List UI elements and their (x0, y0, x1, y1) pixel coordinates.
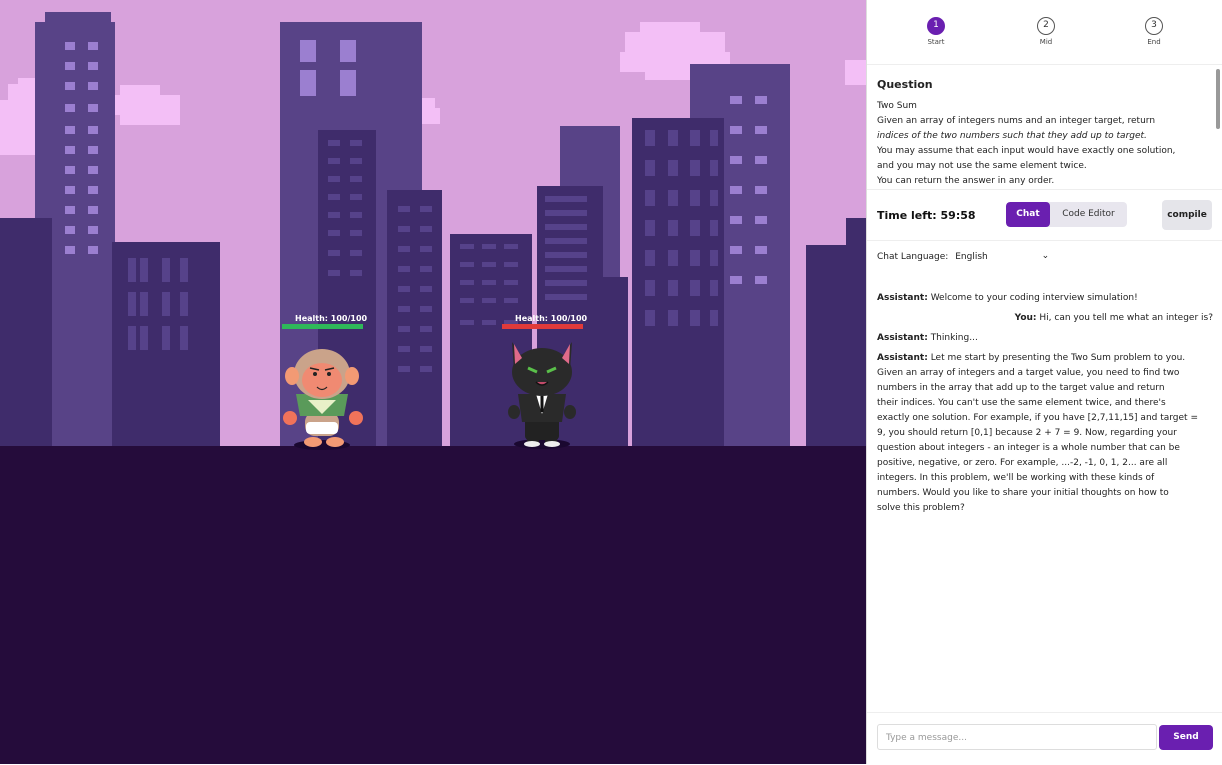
player-health-label: Health: 100/100 (295, 314, 368, 323)
message-speaker: Assistant: (877, 293, 928, 303)
message-line: integers. In this problem, we'll be work… (877, 473, 1155, 483)
chevron-down-icon: ⌄ (1041, 251, 1050, 261)
question-line: You can return the answer in any order. (877, 176, 1055, 186)
ground (0, 446, 866, 764)
message-line: Let me start by presenting the Two Sum p… (930, 353, 1186, 363)
chat-message: Assistant: Thinking... (877, 331, 1213, 346)
message-text: Hi, can you tell me what an integer is? (1039, 313, 1213, 323)
player-health-bar (282, 324, 363, 329)
message-line: Given an array of integers and a target … (877, 368, 1180, 378)
chat-language-value: English (955, 252, 988, 262)
toolbar: Time left: 59:58 Chat Code Editor compil… (867, 190, 1222, 241)
city-skyline-background (0, 12, 866, 764)
question-line: and you may not use the same element twi… (877, 161, 1087, 171)
question-heading: Question (877, 78, 933, 91)
message-line: exactly one solution. For example, if yo… (877, 413, 1198, 423)
message-line: solve this problem? (877, 503, 965, 513)
chat-message: Assistant: Let me start by presenting th… (877, 351, 1213, 516)
message-speaker: Assistant: (877, 353, 928, 363)
tab-code-editor[interactable]: Code Editor (1050, 202, 1127, 227)
message-line: numbers in the array that add up to the … (877, 383, 1165, 393)
step-label: End (1147, 38, 1161, 46)
time-left: Time left: 59:58 (877, 209, 976, 222)
enemy-health-label: Health: 100/100 (515, 314, 588, 323)
interview-panel: 1 Start 2 Mid 3 End Question Two Sum Giv… (866, 0, 1222, 764)
message-composer: Type a message... Send (867, 712, 1222, 765)
question-title: Two Sum (877, 101, 917, 111)
step-start[interactable]: 1 Start (916, 17, 956, 46)
message-line: numbers. Would you like to share your in… (877, 488, 1169, 498)
chat-language-row: Chat Language: English ⌄ (877, 251, 1050, 262)
mode-toggle: Chat Code Editor (1006, 202, 1127, 227)
send-button[interactable]: Send (1159, 725, 1213, 750)
message-line: their indices. You can't use the same el… (877, 398, 1166, 408)
step-mid[interactable]: 2 Mid (1026, 17, 1066, 46)
message-line: positive, negative, or zero. For example… (877, 458, 1168, 468)
question-line: Given an array of integers nums and an i… (877, 116, 1156, 126)
step-end[interactable]: 3 End (1134, 17, 1174, 46)
message-input[interactable]: Type a message... (877, 724, 1157, 750)
question-line: You may assume that each input would hav… (877, 146, 1176, 156)
chat-message-user: You: Hi, can you tell me what an integer… (877, 311, 1213, 326)
enemy-health-bar (502, 324, 583, 329)
step-label: Mid (1039, 38, 1053, 46)
game-scene: Health: 100/100 Health: 100/100 (0, 0, 866, 764)
step-number: 2 (1037, 17, 1055, 35)
chat-language-select[interactable]: English ⌄ (955, 251, 1050, 262)
step-number: 1 (927, 17, 945, 35)
chat-message: Assistant: Welcome to your coding interv… (877, 291, 1213, 306)
chat-log[interactable]: Assistant: Welcome to your coding interv… (877, 291, 1213, 521)
message-line: 9, you should return [0,1] because 2 + 7… (877, 428, 1177, 438)
message-text: Thinking... (930, 333, 978, 343)
message-speaker: Assistant: (877, 333, 928, 343)
message-text: Welcome to your coding interview simulat… (930, 293, 1138, 303)
compile-button[interactable]: compile (1162, 200, 1212, 230)
question-scrollbar[interactable] (1216, 69, 1220, 129)
message-speaker: You: (1014, 313, 1037, 323)
question-line: indices of the two numbers such that the… (877, 131, 1147, 141)
step-label: Start (927, 38, 945, 46)
question-body: Two Sum Given an array of integers nums … (877, 99, 1207, 189)
question-section[interactable]: Question Two Sum Given an array of integ… (867, 65, 1222, 190)
tab-chat[interactable]: Chat (1006, 202, 1050, 227)
chat-language-label: Chat Language: (877, 252, 949, 262)
step-number: 3 (1145, 17, 1163, 35)
progress-stepper: 1 Start 2 Mid 3 End (867, 0, 1222, 65)
message-line: question about integers - an integer is … (877, 443, 1180, 453)
